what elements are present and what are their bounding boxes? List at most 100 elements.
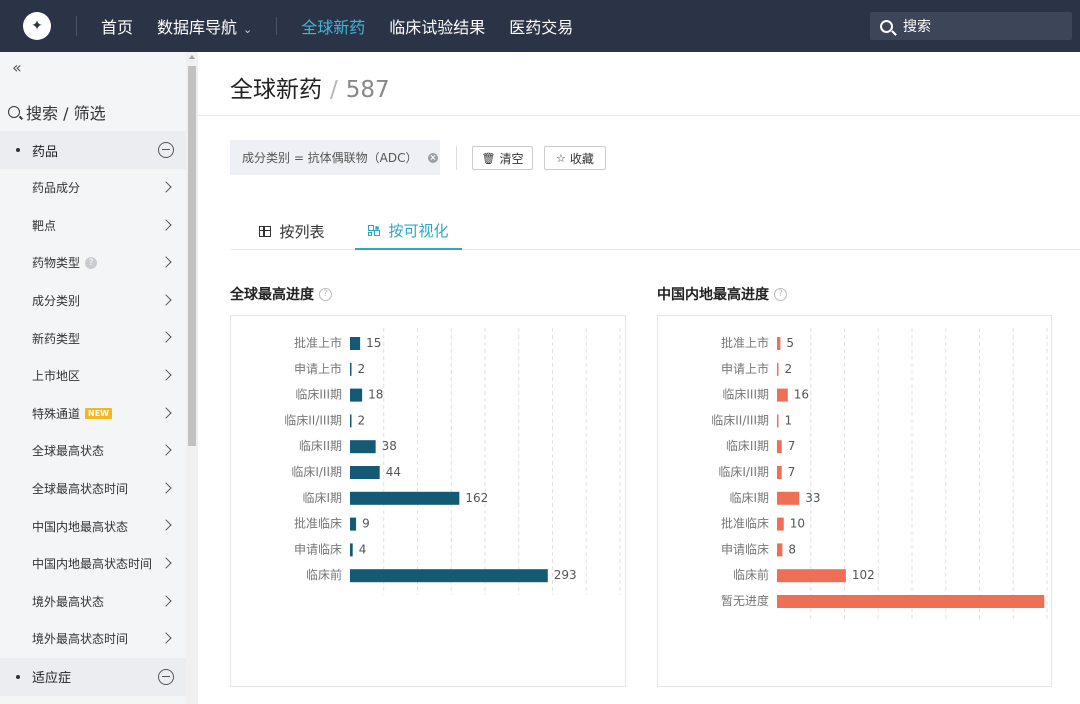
nav-divider — [76, 16, 77, 36]
bar[interactable] — [777, 414, 779, 428]
favorite-label: 收藏 — [569, 151, 594, 166]
category-label: 申请临床 — [294, 542, 342, 556]
sidebar-filter-item[interactable]: 药品成分 — [0, 169, 186, 207]
bar[interactable] — [350, 466, 380, 479]
data-label: 2 — [785, 362, 793, 376]
sidebar-item-label: 中国内地最高状态 — [32, 519, 129, 534]
sidebar-group-label: 适应症 — [32, 671, 72, 687]
bar[interactable] — [350, 362, 352, 376]
sidebar-group[interactable]: 药品 — [0, 131, 186, 169]
data-label: 2 — [358, 413, 366, 427]
bar[interactable] — [777, 440, 782, 454]
sidebar-filter-item[interactable]: 药物类型? — [0, 244, 186, 282]
bar[interactable] — [777, 595, 1045, 608]
sidebar-filter-item[interactable]: 全球最高状态 — [0, 432, 186, 470]
bar[interactable] — [777, 517, 784, 531]
sidebar-item-label: 全球最高状态时间 — [32, 482, 129, 497]
search-input[interactable]: 搜索 — [870, 12, 1072, 40]
sidebar-filter-item[interactable]: 新药类型 — [0, 319, 186, 357]
tab-list-view[interactable]: 按列表 — [230, 212, 354, 250]
category-label: 临床III期 — [295, 388, 342, 402]
bar[interactable] — [777, 569, 846, 583]
bar[interactable] — [350, 569, 548, 583]
nav-deals[interactable]: 医药交易 — [509, 14, 573, 38]
bar[interactable] — [350, 337, 361, 350]
filter-chip-label: 成分类别 = 抗体偶联物（ADC） — [242, 151, 418, 165]
data-label: 16 — [794, 388, 809, 402]
category-label: 临床前 — [733, 567, 769, 582]
scrollbar-thumb[interactable] — [188, 66, 196, 446]
main-content: 全球新药/587 成分类别 = 抗体偶联物（ADC） 🗑 清空 ☆ 收藏 按列表 按… — [198, 52, 1080, 704]
divider — [456, 146, 457, 170]
bar[interactable] — [777, 466, 782, 479]
sidebar-filter-item[interactable]: 成分类别 — [0, 282, 186, 320]
data-label: 18 — [368, 388, 383, 402]
bar[interactable] — [777, 491, 800, 505]
star-icon: ☆ — [556, 151, 566, 165]
title-separator: / — [330, 77, 338, 103]
data-label: 15 — [366, 336, 381, 350]
clear-button[interactable]: 🗑 清空 — [472, 146, 533, 170]
clear-label: 清空 — [499, 151, 524, 166]
sidebar-item-label: 上市地区 — [32, 369, 81, 384]
result-count: 587 — [345, 77, 390, 103]
help-icon[interactable]: ? — [319, 287, 332, 301]
sidebar-filter-item[interactable]: 中国内地最高状态时间 — [0, 545, 186, 583]
category-label: 临床I期 — [729, 491, 769, 505]
sidebar-filter-item[interactable]: 上市地区 — [0, 357, 186, 395]
sidebar-filter-item[interactable]: 特殊通道 NEW — [0, 395, 186, 433]
bar[interactable] — [350, 414, 352, 428]
data-label: 44 — [386, 465, 401, 479]
nav-database[interactable]: 数据库导航 ⌄ — [157, 14, 252, 38]
active-filter-chip[interactable]: 成分类别 = 抗体偶联物（ADC） — [230, 140, 440, 175]
sidebar-filter-item[interactable]: 全球最高状态时间 — [0, 470, 186, 508]
new-badge: NEW — [85, 407, 112, 419]
data-label: 7 — [788, 439, 796, 453]
nav-global-drugs[interactable]: 全球新药 — [301, 14, 365, 38]
nav-home[interactable]: 首页 — [101, 14, 133, 38]
collapse-group-icon[interactable] — [158, 668, 174, 685]
data-label: 396 — [1050, 594, 1051, 608]
bar[interactable] — [777, 388, 788, 402]
sidebar-item-label: 靶点 — [32, 218, 57, 233]
help-icon[interactable]: ? — [774, 287, 787, 301]
data-label: 7 — [788, 465, 796, 479]
sidebar-filter-item[interactable]: 中国内地最高状态 — [0, 507, 186, 545]
bar[interactable] — [350, 388, 363, 402]
sidebar-group[interactable]: 适应症 — [0, 657, 186, 696]
bar[interactable] — [777, 543, 783, 557]
chart-china-progress: 批准上市 5 申请上市 2 临床III期 16 临床II/III期 1 临床II期 7 临床I/II… — [657, 315, 1052, 687]
category-label: 临床I/II期 — [718, 465, 769, 479]
tab-visual-view[interactable]: 按可视化 — [355, 212, 462, 250]
bar[interactable] — [350, 517, 357, 531]
help-icon[interactable]: ? — [85, 256, 98, 269]
bullet — [16, 148, 20, 152]
chevron-right-icon — [160, 218, 172, 231]
bar[interactable] — [350, 491, 460, 505]
sidebar-filter-item[interactable]: 靶点 — [0, 207, 186, 245]
category-label: 临床前 — [306, 567, 342, 582]
scroll-up-arrow[interactable] — [189, 55, 195, 59]
chevron-right-icon — [160, 369, 172, 381]
chevron-right-icon — [160, 181, 172, 193]
sidebar-item-label: 境外最高状态 — [32, 594, 105, 609]
bar[interactable] — [777, 362, 779, 376]
collapse-sidebar-button[interactable]: « — [12, 58, 22, 77]
data-label: 102 — [852, 568, 875, 582]
sidebar-scrollbar[interactable] — [186, 52, 198, 704]
data-label: 5 — [786, 336, 794, 350]
remove-filter-icon[interactable] — [427, 152, 438, 163]
chevron-right-icon — [160, 444, 172, 456]
sidebar-item-label: 中国内地最高状态时间 — [32, 557, 153, 572]
bar[interactable] — [777, 337, 781, 350]
collapse-group-icon[interactable] — [158, 142, 174, 158]
sidebar-filter-item[interactable]: 境外最高状态时间 — [0, 620, 186, 658]
sidebar-filter-item[interactable]: 境外最高状态 — [0, 583, 186, 621]
bar[interactable] — [350, 543, 353, 557]
nav-clinical-results[interactable]: 临床试验结果 — [389, 14, 485, 38]
bar[interactable] — [350, 440, 376, 454]
favorite-button[interactable]: ☆ 收藏 — [544, 146, 606, 170]
nav-database-label: 数据库导航 — [157, 18, 238, 37]
data-label: 2 — [358, 362, 366, 376]
logo-icon[interactable]: ✦ — [23, 12, 51, 40]
